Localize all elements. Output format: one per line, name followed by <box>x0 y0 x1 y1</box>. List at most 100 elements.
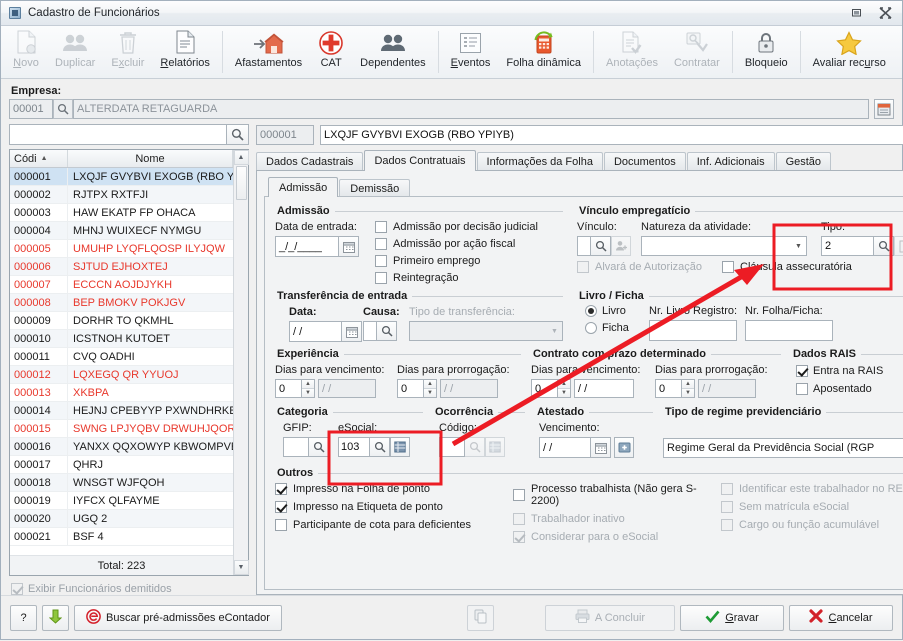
outros-c2-checkbox-2[interactable] <box>513 531 525 543</box>
admissao-cb-checkbox-2[interactable] <box>375 255 387 267</box>
table-row[interactable]: 000017 QHRJ <box>10 456 233 474</box>
admissao-cb-checkbox-1[interactable] <box>375 238 387 250</box>
table-row[interactable]: 000019 IYFCX QLFAYME <box>10 492 233 510</box>
table-row[interactable]: 000018 WNSGT WJFQOH <box>10 474 233 492</box>
calendar-icon[interactable] <box>339 236 359 257</box>
buscar-pre-admissoes-button[interactable]: Buscar pré-admissões eContador <box>74 604 282 631</box>
stepper-up-icon[interactable]: ▲ <box>302 380 314 389</box>
vinculo-input[interactable] <box>577 236 591 256</box>
outros-c2-checkbox-0[interactable] <box>513 489 525 501</box>
toolbar-duplicar[interactable]: Duplicar <box>47 26 103 78</box>
contr-prorr-stepper[interactable]: ▲ ▼ <box>682 379 695 398</box>
esocial-input[interactable]: 103 <box>338 437 370 457</box>
table-row[interactable]: 000002 RJTPX RXTFJI <box>10 186 233 204</box>
vinculo-search-icon[interactable] <box>591 236 611 256</box>
empresa-code-input[interactable]: 00001 <box>9 99 53 119</box>
outros-c2-row[interactable]: Trabalhador inativo <box>513 513 721 525</box>
ficha-radio[interactable] <box>585 322 597 334</box>
table-row[interactable]: 000005 UMUHP LYQFLQOSP ILYJQW <box>10 240 233 258</box>
tab-inf-adicionais[interactable]: Inf. Adicionais <box>686 152 775 171</box>
empresa-search-button[interactable] <box>53 99 73 119</box>
outros-c1-checkbox-0[interactable] <box>275 483 287 495</box>
toolbar-bloqueio[interactable]: Bloqueio <box>737 26 796 78</box>
toolbar-cat[interactable]: CAT <box>310 26 352 78</box>
contr-prorr-date[interactable]: / / <box>698 379 756 398</box>
tipo-input[interactable]: 2 <box>821 236 874 256</box>
outros-c2-checkbox-1[interactable] <box>513 513 525 525</box>
admissao-cb-checkbox-0[interactable] <box>375 221 387 233</box>
toolbar-folha-dinamica[interactable]: Folha dinâmica <box>498 26 589 78</box>
outros-c3-row[interactable]: Identificar este trabalhador no RET <box>721 483 903 495</box>
aposentado-checkbox[interactable] <box>796 383 808 395</box>
table-row[interactable]: 000020 UGQ 2 <box>10 510 233 528</box>
concluir-button[interactable]: A Concluir <box>545 604 675 631</box>
natureza-combo[interactable]: ▼ <box>641 236 807 256</box>
search-button[interactable] <box>227 124 249 145</box>
outros-c2-row[interactable]: Considerar para o eSocial <box>513 531 721 543</box>
contr-venc-date[interactable]: / / <box>574 379 634 398</box>
refresh-button[interactable] <box>42 604 69 631</box>
gravar-button[interactable]: Gravar <box>680 604 784 631</box>
help-button[interactable]: ? <box>10 604 37 631</box>
toolbar-relatorios[interactable]: Relatórios <box>152 26 218 78</box>
esocial-search-icon[interactable] <box>370 437 390 457</box>
window-preview-icon[interactable] <box>874 99 894 119</box>
toolbar-excluir[interactable]: Excluir <box>103 26 152 78</box>
stepper-up-icon[interactable]: ▲ <box>558 380 570 389</box>
toolbar-dependentes[interactable]: Dependentes <box>352 26 433 78</box>
data-entrada-input[interactable]: _/_/____ <box>275 236 339 257</box>
chevron-down-icon[interactable]: ▼ <box>791 237 806 255</box>
table-row[interactable]: 000006 SJTUD EJHOXTEJ <box>10 258 233 276</box>
ocorrencia-codigo-input[interactable] <box>439 437 465 457</box>
toolbar-novo[interactable]: Novo <box>5 26 47 78</box>
livro-radio[interactable] <box>585 305 597 317</box>
nr-livro-input[interactable] <box>649 320 737 341</box>
toolbar-eventos[interactable]: Eventos <box>443 26 499 78</box>
subtab-demiss-o[interactable]: Demissão <box>339 179 411 197</box>
tab-dados-cadastrais[interactable]: Dados Cadastrais <box>256 152 364 171</box>
calendar-icon[interactable] <box>342 321 362 342</box>
grid-header-nome[interactable]: Nome <box>68 150 233 167</box>
ocorrencia-search-icon[interactable] <box>465 437 485 457</box>
outros-c2-row[interactable]: Processo trabalhista (Não gera S-2200) <box>513 483 721 507</box>
subtab-admiss-o[interactable]: Admissão <box>268 177 339 197</box>
calendar-icon[interactable] <box>591 437 611 458</box>
exp-prorr-stepper[interactable]: ▲ ▼ <box>424 379 437 398</box>
exp-prorr-date[interactable]: / / <box>440 379 498 398</box>
close-icon[interactable] <box>872 3 899 22</box>
admissao-cb-checkbox-3[interactable] <box>375 272 387 284</box>
stepper-up-icon[interactable]: ▲ <box>424 380 436 389</box>
tab-documentos[interactable]: Documentos <box>603 152 686 171</box>
table-row[interactable]: 000013 XKBPA <box>10 384 233 402</box>
table-row[interactable]: 000014 HEJNJ CPEBYYP PXWNDHRKE BTB J <box>10 402 233 420</box>
ocorrencia-list-icon[interactable] <box>485 437 505 457</box>
toolbar-anotacoes[interactable]: Anotações <box>598 26 666 78</box>
gfip-input[interactable] <box>283 437 309 457</box>
table-row[interactable]: 000004 MHNJ WUIXECF NYMGU <box>10 222 233 240</box>
stepper-down-icon[interactable]: ▼ <box>682 389 694 397</box>
exp-venc-stepper[interactable]: ▲ ▼ <box>302 379 315 398</box>
table-row[interactable]: 000003 HAW EKATP FP OHACA <box>10 204 233 222</box>
toolbar-avaliar-recurso[interactable]: Avaliar recurso <box>805 26 894 78</box>
table-row[interactable]: 000008 BEP BMOKV POKJGV <box>10 294 233 312</box>
tab-informa-es-da-folha[interactable]: Informações da Folha <box>476 152 603 171</box>
grid-header-codigo[interactable]: Códi ▲ <box>10 150 68 167</box>
transf-causa-search-icon[interactable] <box>377 321 397 341</box>
search-input[interactable] <box>9 124 227 145</box>
table-row[interactable]: 000015 SWNG LPJYQBV DRWUHJQOR KQI V <box>10 420 233 438</box>
outros-c3-checkbox-1[interactable] <box>721 501 733 513</box>
alvara-checkbox[interactable] <box>577 261 589 273</box>
exp-prorr-input[interactable]: 0 <box>397 379 424 398</box>
stepper-down-icon[interactable]: ▼ <box>558 389 570 397</box>
stepper-down-icon[interactable]: ▼ <box>424 389 436 397</box>
copy-button[interactable] <box>467 604 494 631</box>
exp-venc-input[interactable]: 0 <box>275 379 302 398</box>
contr-venc-stepper[interactable]: ▲ ▼ <box>558 379 571 398</box>
admissao-cb-row[interactable]: Admissão por decisão judicial <box>375 221 538 233</box>
grid-vertical-scrollbar[interactable]: ▲ ▼ <box>233 150 249 575</box>
add-record-icon[interactable] <box>894 236 903 256</box>
admissao-cb-row[interactable]: Reintegração <box>375 272 538 284</box>
tipo-search-icon[interactable] <box>874 236 894 256</box>
table-row[interactable]: 000011 CVQ OADHI <box>10 348 233 366</box>
cancelar-button[interactable]: Cancelar <box>789 604 893 631</box>
